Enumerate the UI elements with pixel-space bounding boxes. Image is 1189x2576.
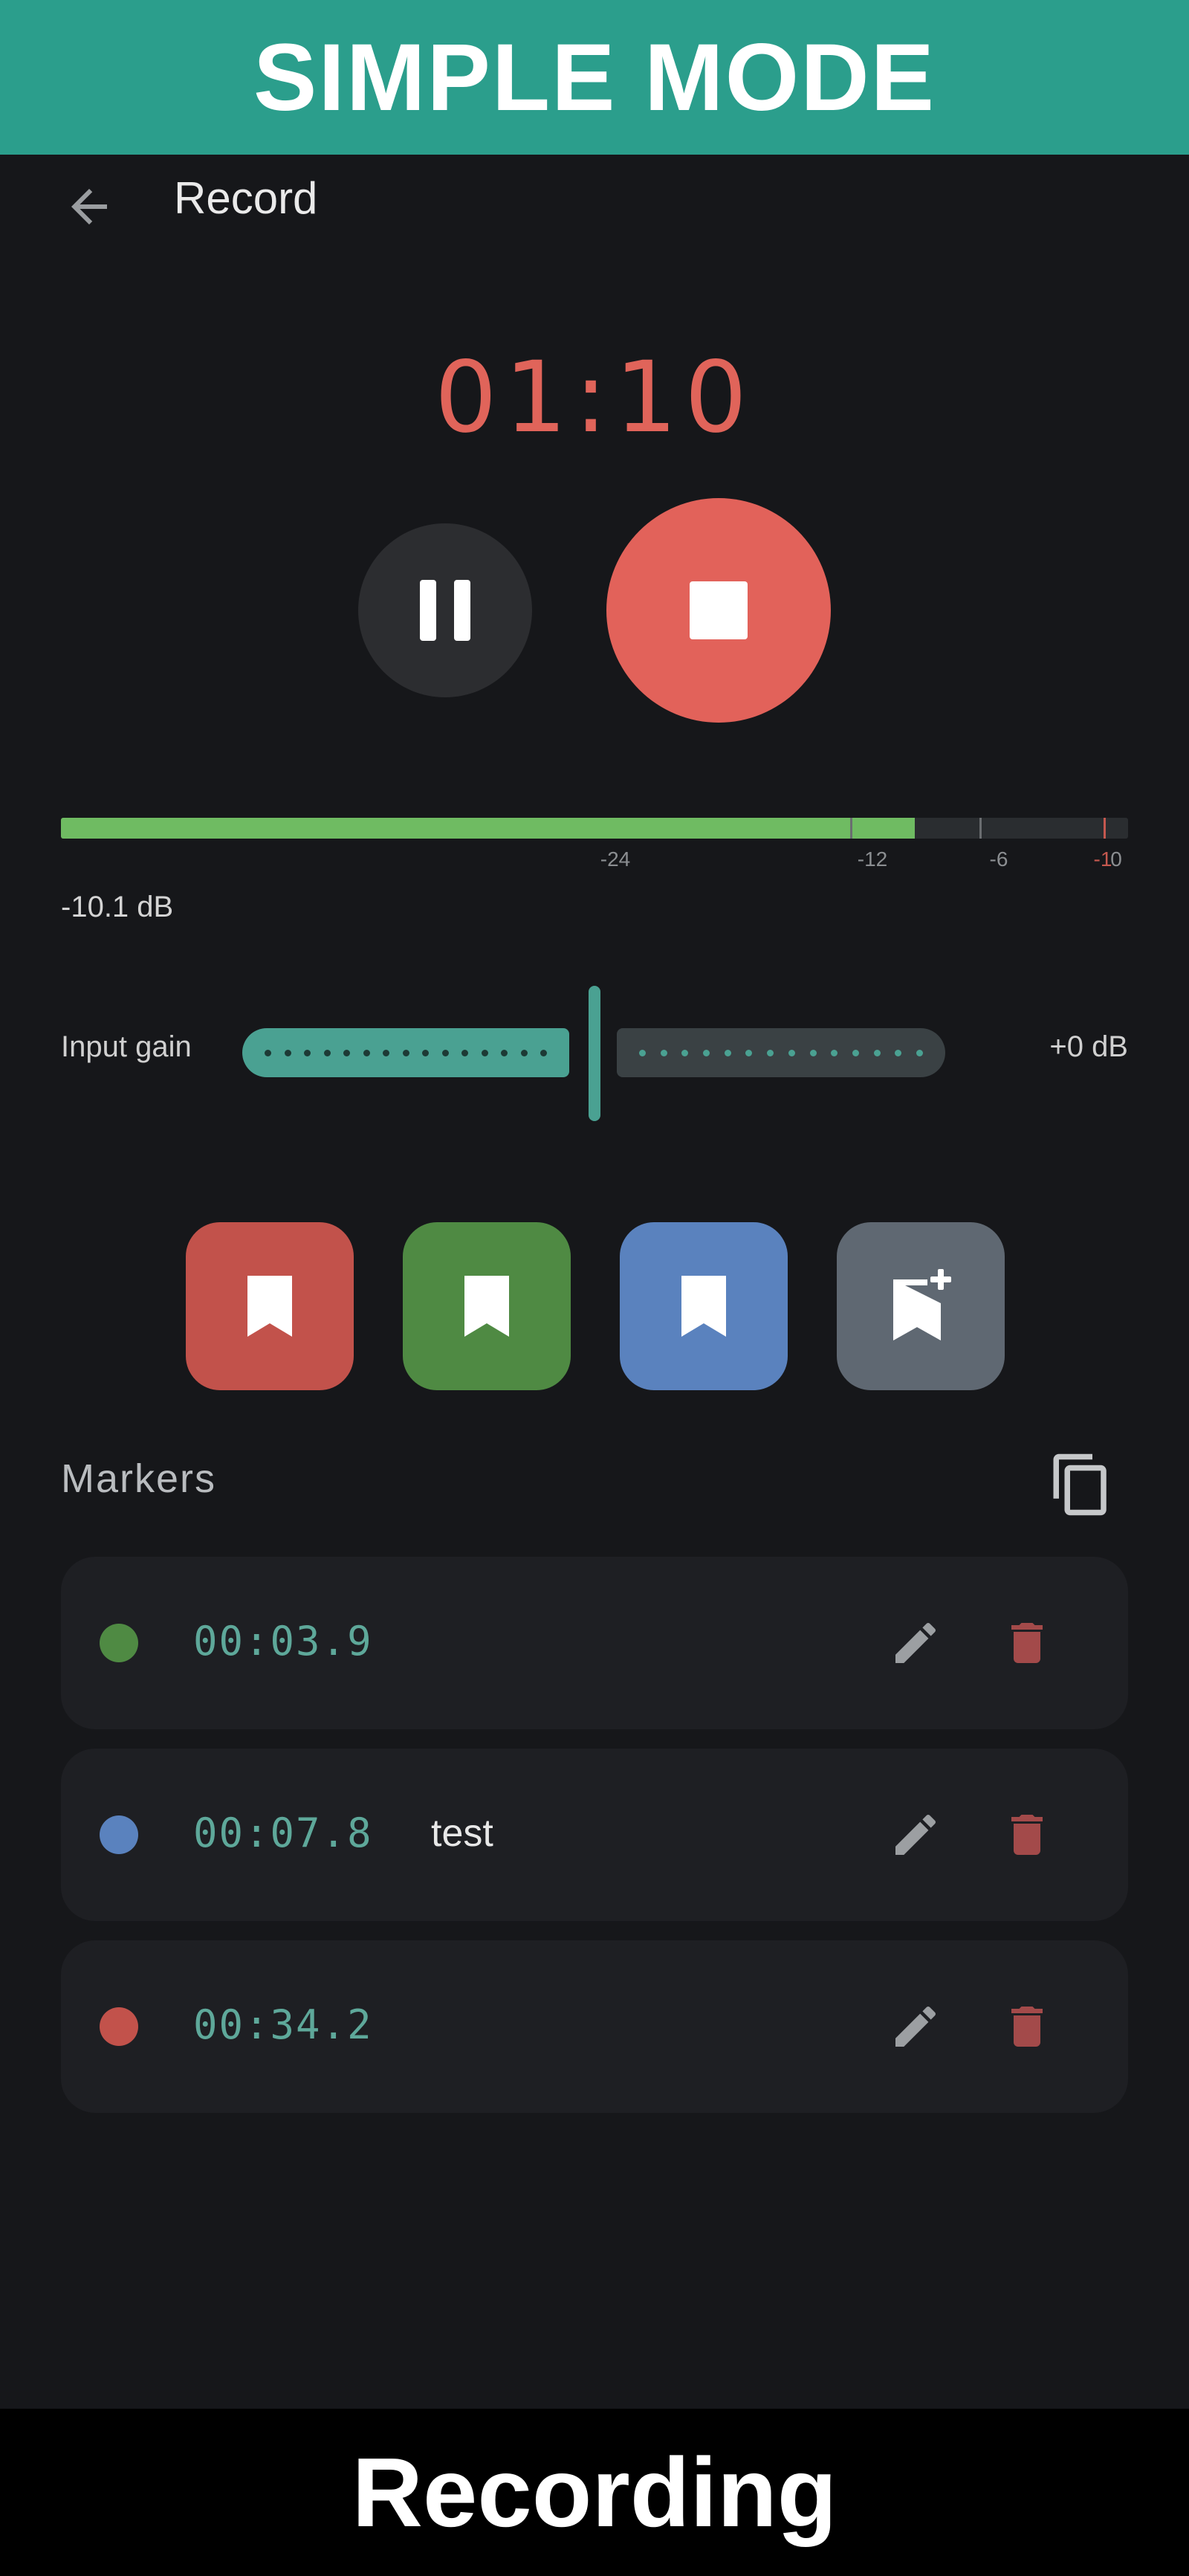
scale-label-minus12: -12 — [857, 848, 888, 871]
level-readout: -10.1 dB — [61, 891, 174, 923]
delete-marker-button[interactable] — [990, 1798, 1064, 1872]
track-dot — [481, 1050, 488, 1056]
marker-color-dot — [100, 1624, 138, 1662]
marker-color-dot — [100, 2007, 138, 2046]
track-dot — [265, 1050, 271, 1056]
meter-scale: -24 -12 -6 -1 0 — [61, 848, 1128, 877]
bookmark-icon — [464, 1276, 509, 1337]
track-dot — [831, 1050, 838, 1056]
pause-icon — [420, 580, 470, 641]
scale-label-0: 0 — [1110, 848, 1122, 871]
delete-marker-button[interactable] — [990, 1989, 1064, 2064]
track-dot — [724, 1050, 731, 1056]
pencil-icon — [895, 1814, 936, 1855]
edit-marker-button[interactable] — [878, 1989, 953, 2064]
track-dot — [681, 1050, 689, 1056]
marker-row[interactable]: 00:34.2 — [61, 1940, 1128, 2113]
track-dot — [402, 1050, 409, 1056]
copy-icon — [1053, 1453, 1107, 1516]
gain-slider-thumb[interactable] — [589, 986, 600, 1121]
track-dot — [852, 1050, 859, 1056]
scale-label-minus6: -6 — [989, 848, 1008, 871]
meter-tick — [850, 818, 852, 839]
input-gain-value: +0 dB — [1049, 1030, 1128, 1063]
recording-timer: 01:10 — [434, 340, 755, 455]
record-screen: Record 01:10 -24 -12 -6 -1 0 -10.1 dB In… — [0, 155, 1189, 2409]
track-dot — [540, 1050, 547, 1056]
marker-time: 00:07.8 — [193, 1810, 373, 1856]
meter-tick-red — [1104, 818, 1106, 839]
marker-name: test — [431, 1812, 493, 1855]
track-dot — [660, 1050, 667, 1056]
track-dot — [383, 1050, 389, 1056]
level-meter-fill — [61, 818, 915, 839]
meter-tick — [979, 818, 982, 839]
gain-track-dots — [639, 1050, 923, 1057]
track-dot — [916, 1050, 923, 1056]
track-dot — [501, 1050, 508, 1056]
top-app-bar: Record — [0, 155, 1189, 266]
stop-icon — [690, 581, 748, 639]
stop-button[interactable] — [606, 498, 831, 723]
marker-time: 00:03.9 — [193, 1618, 373, 1665]
track-dot — [639, 1050, 646, 1056]
track-dot — [767, 1050, 774, 1056]
bookmark-icon — [247, 1276, 292, 1337]
copy-markers-button[interactable] — [1040, 1444, 1122, 1526]
track-dot — [788, 1050, 795, 1056]
track-dot — [441, 1050, 449, 1056]
track-dot — [422, 1050, 429, 1056]
scale-label-minus1: -1 — [1093, 848, 1112, 871]
edit-marker-button[interactable] — [878, 1798, 953, 1872]
scale-label-minus24: -24 — [600, 848, 631, 871]
track-dot — [284, 1050, 291, 1056]
bottom-caption-bar: Recording — [0, 2409, 1189, 2576]
level-meter — [61, 818, 1128, 839]
add-custom-marker-button[interactable] — [837, 1222, 1005, 1390]
trash-icon — [1011, 2007, 1043, 2047]
edit-marker-button[interactable] — [878, 1606, 953, 1680]
track-dot — [323, 1050, 331, 1056]
track-dot — [873, 1050, 881, 1056]
track-dot — [304, 1050, 311, 1056]
pencil-icon — [895, 1622, 936, 1663]
gain-slider-active-track[interactable] — [242, 1028, 569, 1077]
footer-caption: Recording — [351, 2438, 838, 2547]
trash-icon — [1011, 1815, 1043, 1855]
markers-section-title: Markers — [61, 1456, 217, 1501]
track-dot — [809, 1050, 817, 1056]
back-button[interactable] — [52, 170, 126, 244]
input-gain-label: Input gain — [61, 1030, 192, 1063]
marker-row[interactable]: 00:07.8 test — [61, 1749, 1128, 1921]
marker-time: 00:34.2 — [193, 2001, 373, 2048]
pencil-icon — [895, 2006, 936, 2047]
track-dot — [520, 1050, 528, 1056]
page-title: Record — [174, 173, 318, 223]
track-dot — [343, 1050, 350, 1056]
add-marker-green-button[interactable] — [403, 1222, 571, 1390]
arrow-left-icon — [71, 189, 107, 225]
top-banner: SIMPLE MODE — [0, 0, 1189, 155]
gain-slider-inactive-track[interactable] — [617, 1028, 945, 1077]
pause-button[interactable] — [358, 523, 532, 697]
track-dot — [461, 1050, 468, 1056]
delete-marker-button[interactable] — [990, 1606, 1064, 1680]
banner-title: SIMPLE MODE — [253, 24, 936, 131]
marker-color-dot — [100, 1815, 138, 1854]
bookmark-icon — [681, 1276, 726, 1337]
marker-row[interactable]: 00:03.9 — [61, 1557, 1128, 1729]
track-dot — [363, 1050, 370, 1056]
add-marker-blue-button[interactable] — [620, 1222, 788, 1390]
gain-track-dots — [265, 1050, 547, 1057]
track-dot — [895, 1050, 902, 1056]
track-dot — [745, 1050, 753, 1056]
add-marker-red-button[interactable] — [186, 1222, 354, 1390]
track-dot — [703, 1050, 710, 1056]
trash-icon — [1011, 1623, 1043, 1663]
bookmark-add-icon — [893, 1269, 951, 1340]
